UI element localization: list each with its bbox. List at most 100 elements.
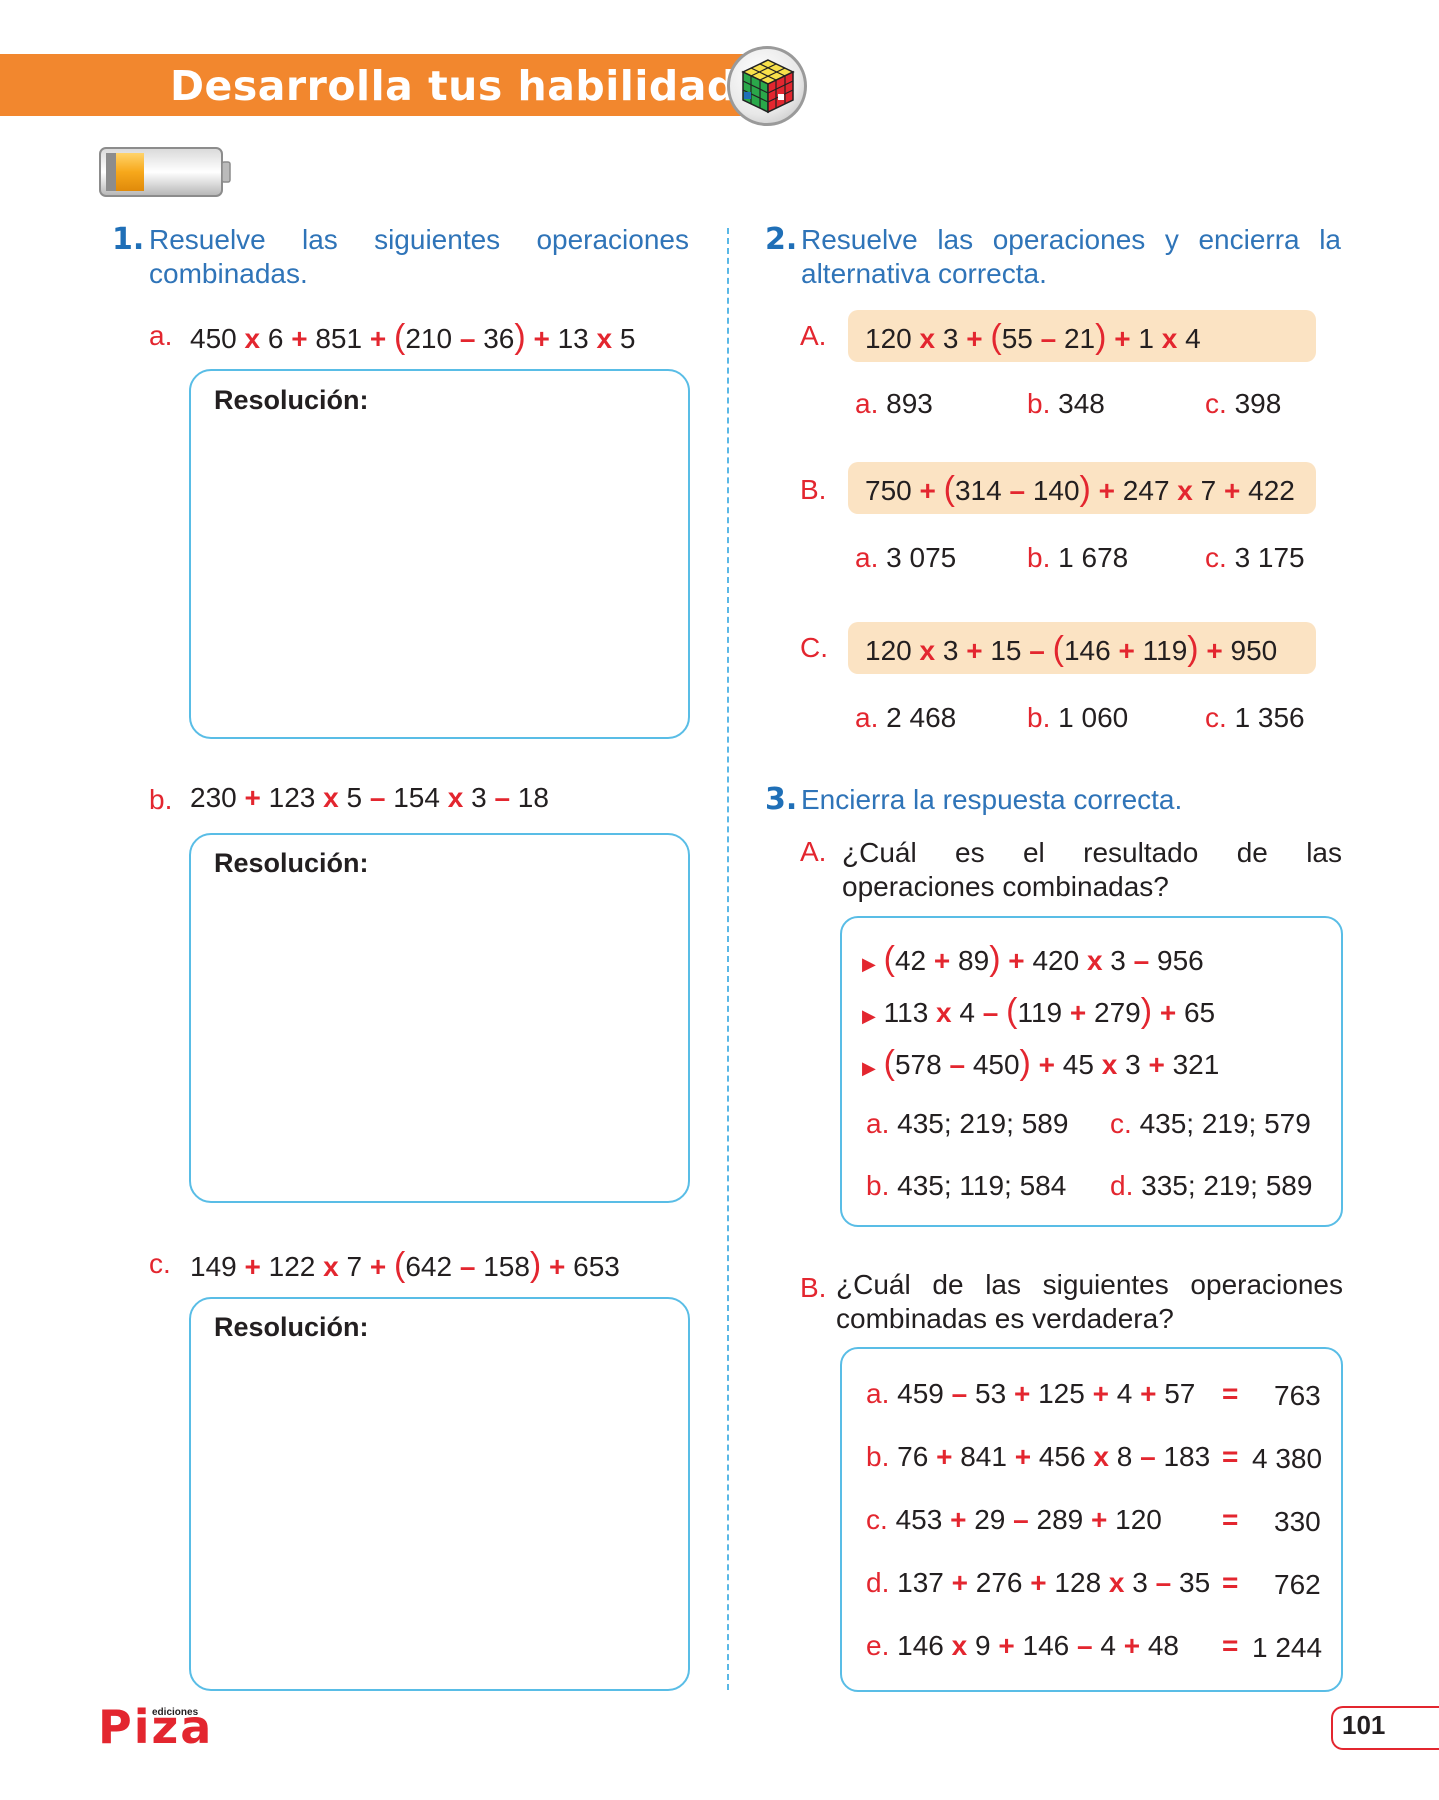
item-2C-option-b[interactable]: b. 1 060 <box>1027 702 1128 734</box>
number: 113 <box>883 997 929 1028</box>
operator: + <box>951 1567 968 1598</box>
number: 3 <box>1110 945 1126 976</box>
item-3B-row-a-equals: = <box>1222 1378 1239 1409</box>
operator: – <box>1040 323 1057 354</box>
item-3B-row-a[interactable]: a. 459 – 53 + 125 + 4 + 57 <box>866 1378 1195 1410</box>
item-2B-option-c[interactable]: c. 3 175 <box>1205 542 1305 574</box>
question-1-text-line2: combinadas. <box>149 258 308 289</box>
number: 15 <box>990 635 1022 666</box>
resolution-box-1a[interactable] <box>189 369 690 739</box>
number: 183 <box>1163 1441 1211 1472</box>
resolution-label-1b: Resolución: <box>214 848 369 878</box>
number: 29 <box>974 1504 1006 1535</box>
operator: x <box>951 1630 968 1661</box>
number: 55 <box>1001 323 1033 354</box>
operator: + <box>1038 1049 1055 1080</box>
question-1-number: 1. <box>112 222 145 257</box>
item-1b-letter: b. <box>149 784 173 815</box>
item-2A-option-b[interactable]: b. 348 <box>1027 388 1105 420</box>
item-3A-expression-1: ▶ (42 + 89) + 420 x 3 – 956 <box>862 940 1204 979</box>
item-2C-option-a[interactable]: a. 2 468 <box>855 702 956 734</box>
item-2A-option-a[interactable]: a. 893 <box>855 388 933 420</box>
item-2C-option-c[interactable]: c. 1 356 <box>1205 702 1305 734</box>
operator: + <box>549 1251 566 1282</box>
item-3B-row-c[interactable]: c. 453 + 29 – 289 + 120 <box>866 1504 1162 1536</box>
resolution-box-1b[interactable] <box>189 833 690 1203</box>
number: 6 <box>267 323 284 354</box>
number: 89 <box>958 945 990 976</box>
number: 122 <box>268 1251 316 1282</box>
operator: x <box>447 782 464 813</box>
item-2A-letter: A. <box>800 320 827 351</box>
number: 450 <box>190 323 237 354</box>
column-divider <box>727 228 729 1690</box>
number: 119 <box>1017 997 1063 1028</box>
resolution-box-1c[interactable] <box>189 1297 690 1691</box>
item-3A-letter: A. <box>800 836 827 867</box>
operator: + <box>1098 475 1116 506</box>
number: 4 <box>959 997 975 1028</box>
bullet-triangle-icon: ▶ <box>862 954 876 974</box>
operator: + <box>1008 945 1025 976</box>
item-2B-option-a[interactable]: a. 3 075 <box>855 542 956 574</box>
item-1b-expression: 230 + 123 x 5 – 154 x 3 – 18 <box>190 782 549 814</box>
number: 146 <box>1063 635 1111 666</box>
item-3A-option-c[interactable]: c. 435; 219; 579 <box>1110 1108 1311 1140</box>
number: 653 <box>573 1251 620 1282</box>
number: 65 <box>1183 997 1216 1028</box>
operator: – <box>1029 635 1045 666</box>
operator: x <box>244 323 261 354</box>
operator: + <box>936 1441 953 1472</box>
rubiks-cube-icon <box>741 59 795 114</box>
number: 35 <box>1179 1567 1211 1598</box>
item-3A-option-a[interactable]: a. 435; 219; 589 <box>866 1108 1068 1140</box>
number: 230 <box>190 782 237 813</box>
number: 128 <box>1054 1567 1102 1598</box>
question-1-text-line1: Resuelve las siguientes operaciones <box>149 224 689 255</box>
number: 120 <box>1115 1504 1162 1535</box>
parenthesis: ( <box>394 318 406 356</box>
item-3B-row-d[interactable]: d. 137 + 276 + 128 x 3 – 35 <box>866 1567 1210 1599</box>
number: 21 <box>1063 323 1096 354</box>
number: 57 <box>1164 1378 1196 1409</box>
item-3B-row-a-result: 763 <box>1274 1380 1321 1411</box>
number: 3 <box>1132 1567 1148 1598</box>
operator: + <box>1069 997 1087 1028</box>
number: 321 <box>1172 1049 1220 1080</box>
operator: – <box>1013 1504 1029 1535</box>
parenthesis: ( <box>883 940 895 978</box>
item-3B-row-c-result: 330 <box>1274 1506 1321 1537</box>
item-1a-letter: a. <box>149 320 173 351</box>
item-3B-row-b[interactable]: b. 76 + 841 + 456 x 8 – 183 <box>866 1441 1210 1473</box>
operator: + <box>369 323 387 354</box>
number: 45 <box>1062 1049 1094 1080</box>
operator: – <box>459 1251 476 1282</box>
item-2C-expression: 120 x 3 + 15 – (146 + 119) + 950 <box>865 630 1277 669</box>
item-3B-row-e[interactable]: e. 146 x 9 + 146 – 4 + 48 <box>866 1630 1179 1662</box>
operator: + <box>1013 1378 1031 1409</box>
number: 123 <box>268 782 316 813</box>
operator: x <box>1086 945 1103 976</box>
item-2A-option-c[interactable]: c. 398 <box>1205 388 1281 420</box>
number: 210 <box>405 323 453 354</box>
number: 5 <box>346 782 363 813</box>
operator: + <box>966 635 983 666</box>
number: 42 <box>894 945 927 976</box>
operator: + <box>369 1251 387 1282</box>
operator: x <box>936 997 952 1028</box>
operator: + <box>533 323 550 354</box>
number: 119 <box>1142 635 1188 666</box>
operator: – <box>494 782 511 813</box>
item-3A-option-d[interactable]: d. 335; 219; 589 <box>1110 1170 1312 1202</box>
item-2B-option-b[interactable]: b. 1 678 <box>1027 542 1128 574</box>
operator: – <box>1077 1630 1093 1661</box>
item-3A-option-b[interactable]: b. 435; 119; 584 <box>866 1170 1066 1202</box>
operator: + <box>1148 1049 1165 1080</box>
item-3A-expression-2: ▶ 113 x 4 – (119 + 279) + 65 <box>862 992 1215 1031</box>
operator: – <box>369 782 386 813</box>
number: 5 <box>619 323 636 354</box>
item-3B-text-line2: combinadas es verdadera? <box>836 1303 1174 1334</box>
item-2A-expression: 120 x 3 + (55 – 21) + 1 x 4 <box>865 318 1201 357</box>
operator: + <box>244 782 261 813</box>
number: 4 <box>1116 1378 1133 1409</box>
